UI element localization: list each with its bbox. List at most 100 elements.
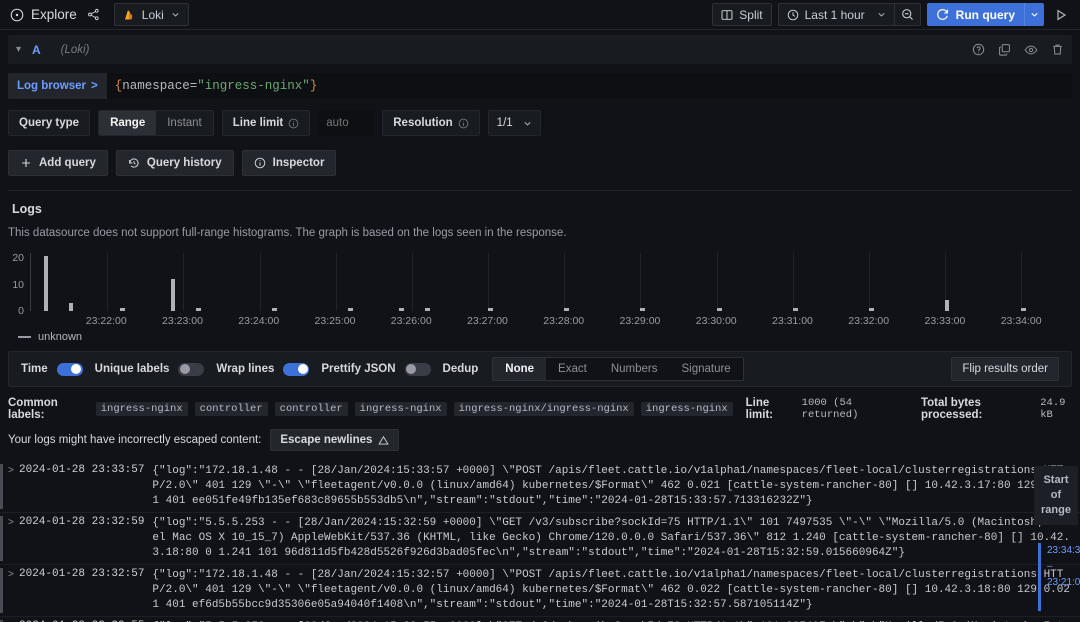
run-query-label: Run query: [955, 7, 1015, 22]
query-expression-input[interactable]: {namespace = "ingress-nginx"}: [106, 73, 1072, 99]
common-label-chip[interactable]: ingress-nginx/ingress-nginx: [453, 402, 634, 416]
expand-log-row-icon[interactable]: >: [8, 568, 19, 580]
dedup-option-signature[interactable]: Signature: [669, 358, 742, 380]
plus-icon: [20, 157, 32, 169]
time-toggle-item[interactable]: Time: [21, 362, 83, 376]
histogram-bar[interactable]: [399, 308, 405, 311]
info-circle-icon[interactable]: [288, 118, 299, 129]
log-row[interactable]: >2024-01-28 23:33:57 {"log":"172.18.1.48 …: [0, 461, 1080, 512]
histogram-bar[interactable]: [196, 308, 202, 311]
histogram-bar[interactable]: [640, 308, 646, 311]
histogram-bar[interactable]: [424, 308, 430, 311]
share-nodes-icon[interactable]: [87, 8, 100, 21]
histogram-bar[interactable]: [488, 308, 494, 311]
log-row[interactable]: >2024-01-28 23:32:59 {"log":"5.5.5.253 - …: [0, 512, 1080, 564]
dedup-option-none[interactable]: None: [493, 358, 547, 380]
dedup-option-exact[interactable]: Exact: [546, 358, 599, 380]
grid-line: [792, 253, 794, 311]
inspector-button[interactable]: Inspector: [241, 150, 337, 176]
line-limit-input[interactable]: [318, 110, 375, 136]
escape-note: Your logs might have incorrectly escaped…: [8, 434, 262, 446]
log-row-message[interactable]: {"log":"5.5.5.253 - - [28/Jan/2024:15:32…: [152, 516, 1080, 561]
histogram-bar[interactable]: [792, 308, 798, 311]
common-label-chip[interactable]: ingress-nginx: [95, 402, 188, 416]
refresh-icon: [936, 8, 949, 21]
x-axis-tick: 23:29:00: [619, 315, 661, 327]
unique-labels-toggle[interactable]: [178, 362, 205, 376]
common-label-chip[interactable]: ingress-nginx: [640, 402, 733, 416]
chart-legend[interactable]: unknown: [18, 331, 1080, 343]
histogram-bar[interactable]: [1021, 308, 1027, 311]
dedup-item: Dedup: [443, 363, 479, 375]
info-circle-icon[interactable]: [458, 118, 469, 129]
escape-newlines-button[interactable]: Escape newlines: [270, 429, 400, 451]
time-toggle[interactable]: [56, 362, 83, 376]
histogram-bar[interactable]: [945, 300, 950, 311]
grid-line: [488, 253, 490, 311]
query-expression-row: Log browser > {namespace = "ingress-nginx"…: [8, 73, 1072, 99]
add-query-label: Add query: [39, 157, 96, 169]
x-axis-tick: 23:22:00: [85, 315, 127, 327]
run-query-group: Run query: [926, 3, 1044, 26]
collapse-query-icon[interactable]: ▾: [16, 44, 32, 55]
histogram-bar[interactable]: [716, 308, 722, 311]
expand-log-row-icon[interactable]: >: [8, 516, 19, 528]
histogram-bar[interactable]: [348, 308, 354, 311]
log-row[interactable]: >2024-01-28 23:32:57 {"log":"172.18.1.48 …: [0, 564, 1080, 616]
dedup-option-numbers[interactable]: Numbers: [599, 358, 670, 380]
histogram-bar[interactable]: [43, 255, 48, 311]
wrap-lines-toggle-item[interactable]: Wrap lines: [216, 362, 310, 376]
unique-labels-toggle-item[interactable]: Unique labels: [95, 362, 205, 376]
page-title: Explore: [6, 7, 100, 22]
prettify-json-toggle[interactable]: [404, 362, 431, 376]
start-of-range-line-2: of: [1050, 489, 1062, 501]
log-row-message[interactable]: {"log":"172.18.1.48 - - [28/Jan/2024:15:…: [152, 464, 1080, 509]
log-row-message[interactable]: {"log":"172.18.1.48 - - [28/Jan/2024:15:…: [152, 568, 1080, 613]
logs-histogram[interactable]: 23:22:00 23:23:00 23:24:00 23:25:00 23:26:00…: [0, 252, 1080, 327]
histogram-plot-area[interactable]: [30, 253, 1072, 311]
histogram-bar[interactable]: [170, 279, 175, 311]
log-browser-button[interactable]: Log browser >: [8, 73, 107, 99]
add-query-button[interactable]: Add query: [8, 150, 108, 176]
x-axis-tick: 23:33:00: [924, 315, 966, 327]
time-scroll-indicator[interactable]: 23:34:3 – 23:21:0: [1034, 543, 1080, 611]
resolution-select[interactable]: 1/1: [487, 110, 541, 136]
datasource-picker[interactable]: Loki: [113, 3, 189, 26]
prettify-json-toggle-item[interactable]: Prettify JSON: [321, 362, 431, 376]
query-history-button[interactable]: Query history: [115, 150, 234, 176]
common-label-chip[interactable]: controller: [194, 402, 268, 416]
common-label-chip[interactable]: ingress-nginx: [354, 402, 447, 416]
query-type-range-option[interactable]: Range: [99, 111, 157, 135]
duplicate-query-icon[interactable]: [998, 43, 1011, 57]
log-row[interactable]: >2024-01-28 23:32:55{"log":"5.5.5.253 - …: [0, 616, 1080, 622]
expr-key: namespace: [122, 79, 190, 93]
time-range-label: Last 1 hour: [804, 7, 865, 22]
histogram-bar[interactable]: [272, 308, 278, 311]
scroll-track[interactable]: [1038, 543, 1041, 611]
chevron-down-icon: [171, 10, 180, 19]
common-label-chip[interactable]: controller: [274, 402, 348, 416]
flip-results-order-button[interactable]: Flip results order: [951, 357, 1059, 381]
logs-panel-title: Logs: [12, 202, 42, 216]
play-button[interactable]: [1050, 8, 1072, 22]
zoom-out-button[interactable]: [893, 3, 921, 26]
run-query-button[interactable]: Run query: [926, 3, 1024, 26]
hide-response-icon[interactable]: [1024, 43, 1038, 57]
histogram-bar[interactable]: [119, 308, 125, 311]
start-of-range-button[interactable]: Start of range: [1034, 466, 1078, 525]
query-type-instant-option[interactable]: Instant: [156, 111, 213, 135]
histogram-bar[interactable]: [868, 308, 874, 311]
wrap-lines-toggle[interactable]: [283, 362, 310, 376]
time-range-picker[interactable]: Last 1 hour: [777, 3, 894, 26]
expand-log-row-icon[interactable]: >: [8, 464, 19, 476]
split-button[interactable]: Split: [712, 3, 772, 26]
run-query-caret[interactable]: [1024, 3, 1044, 26]
log-rows-list[interactable]: >2024-01-28 23:33:57 {"log":"172.18.1.48 …: [0, 461, 1080, 622]
query-editor-section: ▾ A (Loki) Log browser > {namespace = "ing…: [0, 35, 1080, 191]
escape-newlines-label: Escape newlines: [280, 434, 373, 446]
help-icon[interactable]: [972, 43, 985, 57]
remove-query-icon[interactable]: [1051, 43, 1064, 57]
common-labels-chips: ingress-nginx controller controller ingress…: [95, 402, 733, 416]
histogram-bar[interactable]: [564, 308, 570, 311]
histogram-bar[interactable]: [69, 303, 74, 311]
